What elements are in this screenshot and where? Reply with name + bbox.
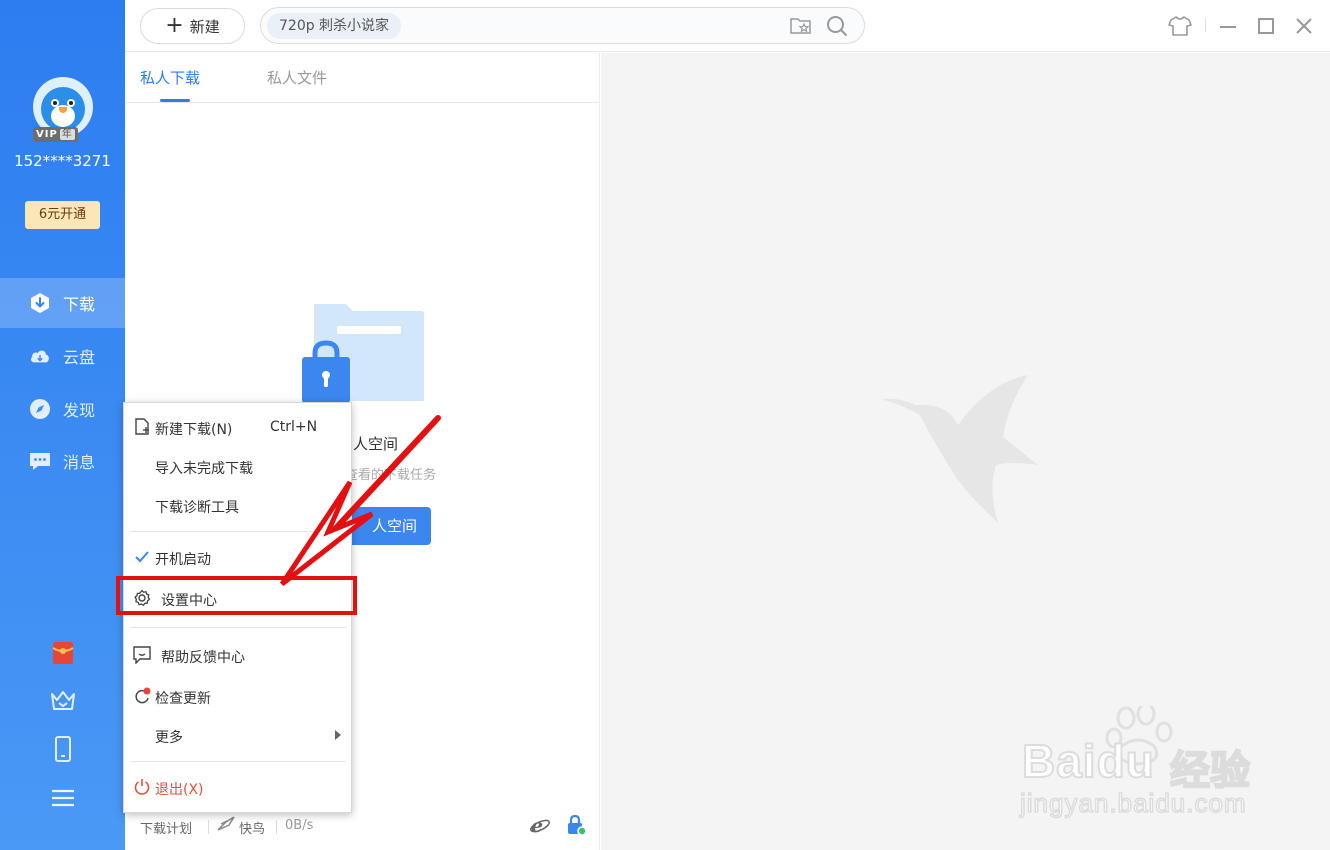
nav-item-cloud[interactable]: 云盘 [0, 331, 125, 381]
nav-label: 发现 [63, 401, 96, 420]
browser-icon[interactable]: e [529, 814, 551, 840]
nav-item-discover[interactable]: 发现 [0, 384, 125, 434]
menu-item-exit[interactable]: 退出(X) [124, 769, 351, 805]
cloud-icon [29, 345, 51, 367]
search-icon[interactable] [826, 15, 848, 37]
watermark-brand: Baidu [1021, 734, 1155, 788]
hummingbird-logo-icon [878, 375, 1043, 529]
crown-icon[interactable] [50, 687, 76, 713]
menu-item-check-update[interactable]: 检查更新 [124, 678, 351, 714]
download-icon [29, 292, 51, 314]
top-bar: + 新建 720p 刺杀小说家 [125, 0, 1330, 52]
folder-star-icon[interactable] [790, 16, 812, 36]
message-icon [29, 450, 51, 472]
tab-private-downloads[interactable]: 私人下载 [140, 67, 200, 88]
search-suggestion-tag[interactable]: 720p 刺杀小说家 [267, 13, 402, 39]
download-speed: 0B/s [285, 818, 314, 833]
minimize-icon[interactable] [1216, 14, 1240, 38]
private-lock-icon[interactable] [565, 814, 587, 840]
download-plan-link[interactable]: 下载计划 [140, 818, 192, 837]
vip-badge: VIP 年 [33, 127, 78, 142]
nav-label: 云盘 [63, 348, 96, 367]
menu-icon[interactable] [50, 785, 76, 811]
tab-private-files[interactable]: 私人文件 [267, 67, 327, 88]
compass-icon [29, 398, 51, 420]
private-folder-lock-icon [301, 301, 427, 415]
power-icon [133, 778, 151, 796]
update-icon [133, 687, 151, 705]
nav-label: 下载 [63, 295, 96, 314]
feedback-icon [133, 646, 151, 664]
nav-item-messages[interactable]: 消息 [0, 436, 125, 486]
tab-indicator [160, 99, 190, 102]
menu-item-help-feedback[interactable]: 帮助反馈中心 [124, 637, 351, 673]
phone-icon[interactable] [50, 736, 76, 762]
username: 152****3271 [14, 152, 111, 170]
close-icon[interactable] [1292, 14, 1316, 38]
new-task-button[interactable]: + 新建 [140, 8, 245, 44]
nav-item-download[interactable]: 下载 [0, 278, 125, 328]
annotation-arrow-icon [279, 415, 441, 586]
new-file-icon [133, 418, 151, 436]
red-packet-icon[interactable] [50, 640, 76, 666]
watermark-url: jingyan.baidu.com [1019, 787, 1247, 819]
check-icon [133, 548, 151, 566]
skin-icon[interactable] [1168, 14, 1192, 38]
baidu-jingyan-watermark: Baidu 经验 jingyan.baidu.com [1018, 702, 1278, 824]
maximize-icon[interactable] [1254, 14, 1278, 38]
vip-open-button[interactable]: 6元开通 [25, 201, 100, 229]
tab-bar: 私人下载 私人文件 [125, 53, 600, 103]
kuainiao-icon [217, 816, 235, 836]
submenu-arrow-icon [335, 730, 341, 740]
plus-icon: + [165, 13, 184, 38]
search-bar[interactable]: 720p 刺杀小说家 [260, 7, 865, 44]
nav-label: 消息 [63, 453, 96, 472]
status-bar: 下载计划 快鸟 0B/s e [125, 810, 600, 842]
kuainiao-link[interactable]: 快鸟 [239, 818, 265, 837]
menu-item-more[interactable]: 更多 [124, 717, 351, 753]
sidebar: VIP 年 152****3271 6元开通 下载 云盘 发现 消息 [0, 0, 125, 850]
